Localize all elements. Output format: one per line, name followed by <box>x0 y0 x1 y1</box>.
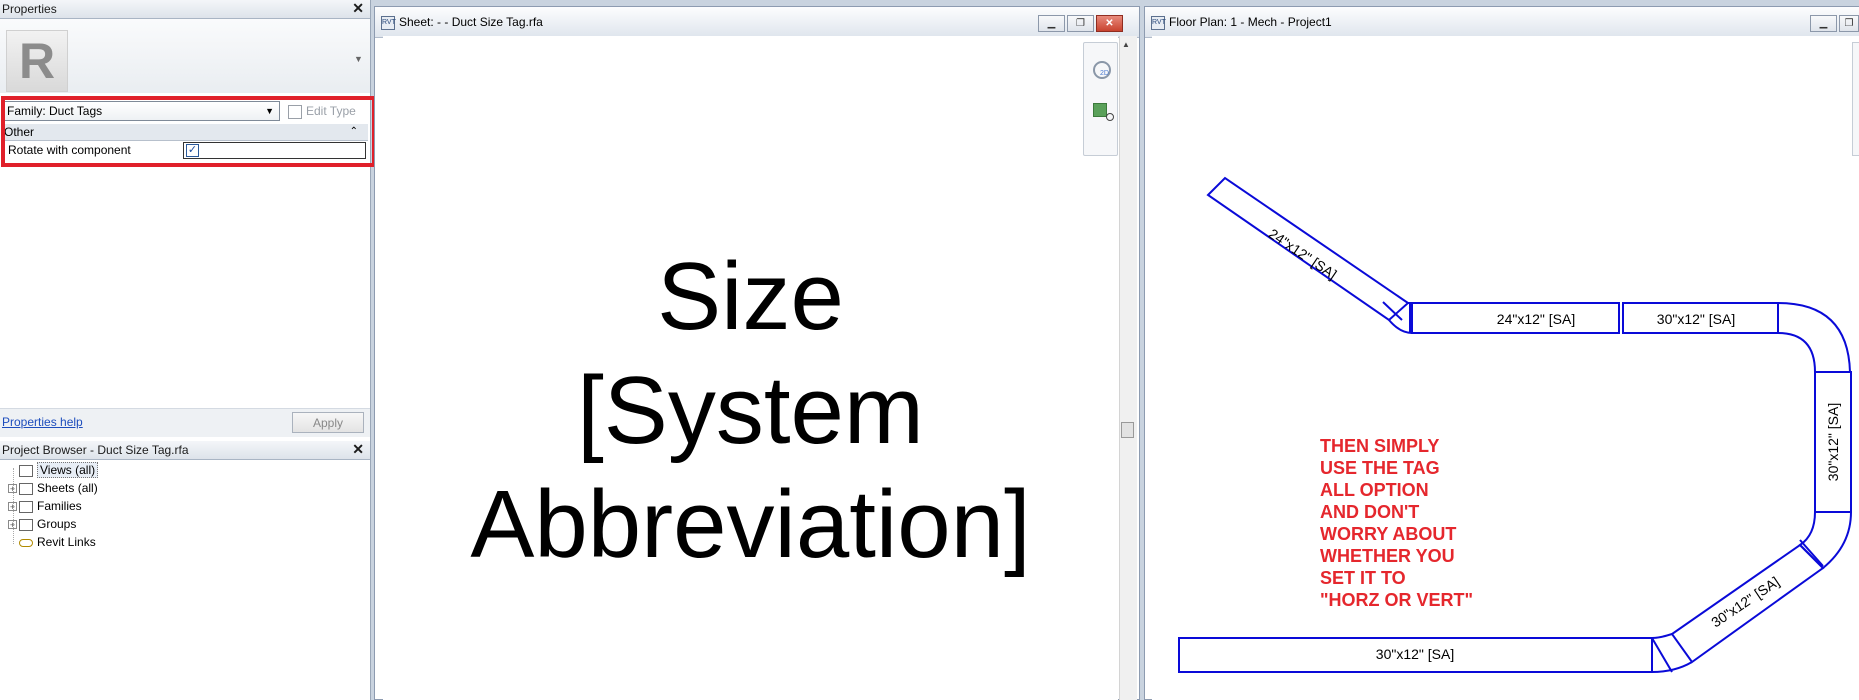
duct-tag-2[interactable]: 24"x12" [SA] <box>1497 311 1575 327</box>
note-line: AND DON'T <box>1320 502 1420 522</box>
duct-layout: 24"x12" [SA] 24"x12" [SA] 30"x12" [SA] 3… <box>1178 176 1852 674</box>
duct-elbow-2[interactable] <box>1777 302 1852 373</box>
note-line: WHETHER YOU <box>1320 546 1455 566</box>
note-line: SET IT TO <box>1320 568 1406 588</box>
floorplan-navbar <box>1852 42 1859 156</box>
duct-tag-1[interactable]: 24"x12" [SA] <box>1266 225 1340 282</box>
note-line: THEN SIMPLY <box>1320 436 1440 456</box>
duct-tag-3[interactable]: 30"x12" [SA] <box>1657 311 1735 327</box>
note-line: USE THE TAG <box>1320 458 1440 478</box>
note-line: ALL OPTION <box>1320 480 1429 500</box>
duct-tag-6[interactable]: 30"x12" [SA] <box>1376 646 1454 662</box>
note-line: "HORZ OR VERT" <box>1320 590 1474 610</box>
annotation-note: THEN SIMPLY USE THE TAG ALL OPTION AND D… <box>1320 435 1473 611</box>
duct-elbow-3[interactable] <box>1798 511 1852 570</box>
note-line: WORRY ABOUT <box>1320 524 1457 544</box>
duct-tag-4[interactable]: 30"x12" [SA] <box>1825 403 1841 481</box>
